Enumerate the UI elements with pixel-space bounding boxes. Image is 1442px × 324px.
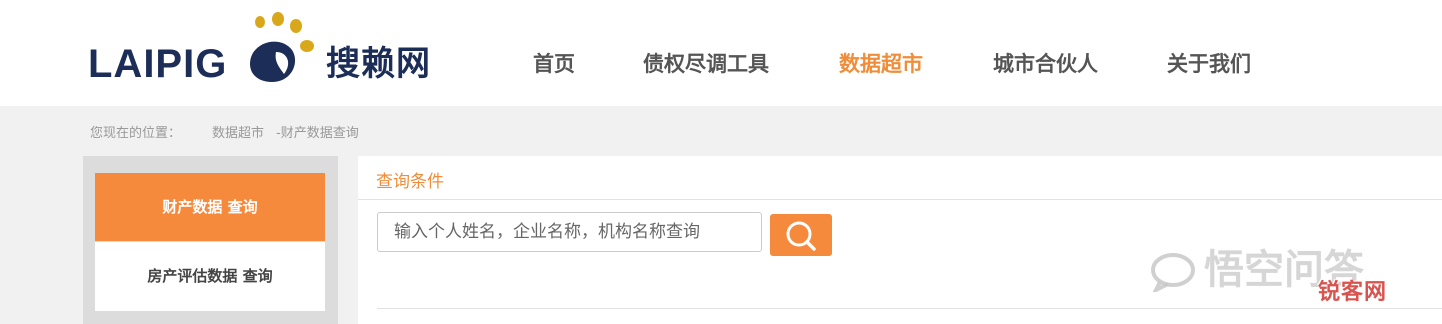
logo-text-en: LAIPIG (88, 42, 228, 86)
logo-text-cn: 搜赖网 (326, 44, 431, 84)
nav-city-partner[interactable]: 城市合伙人 (993, 48, 1098, 80)
nav-data-market[interactable]: 数据超市 (839, 48, 923, 80)
breadcrumb-item-asset-query[interactable]: 财产数据查询 (281, 126, 359, 141)
search-input[interactable] (377, 212, 762, 252)
divider (377, 308, 1442, 309)
site-logo[interactable]: LAIPIG 搜赖网 (88, 12, 448, 92)
sidebar: 财产数据 查询 房产评估数据 查询 (83, 156, 338, 324)
nav-about-us[interactable]: 关于我们 (1167, 48, 1251, 80)
speech-bubble-icon (1151, 253, 1195, 292)
paw-logo-icon (250, 12, 314, 82)
section-title: 查询条件 (376, 172, 444, 192)
nav-home[interactable]: 首页 (533, 48, 575, 80)
ruike-watermark: 锐客网 (1318, 280, 1388, 305)
search-button[interactable] (770, 214, 832, 256)
divider (358, 199, 1442, 200)
sidebar-item-asset-data-query[interactable]: 财产数据 查询 (95, 173, 325, 241)
breadcrumb-prefix: 您现在的位置： (90, 126, 182, 141)
nav-debt-tool[interactable]: 债权尽调工具 (643, 48, 769, 80)
sidebar-item-property-valuation-query[interactable]: 房产评估数据 查询 (95, 242, 325, 311)
search-icon (786, 221, 816, 251)
site-header: LAIPIG 搜赖网 首页 债权尽调工具 数据超市 城市合伙人 关于我们 (0, 0, 1442, 106)
breadcrumb-item-data-market[interactable]: 数据超市 (212, 126, 264, 141)
breadcrumb: 您现在的位置： 数据超市 -财产数据查询 (90, 123, 359, 145)
